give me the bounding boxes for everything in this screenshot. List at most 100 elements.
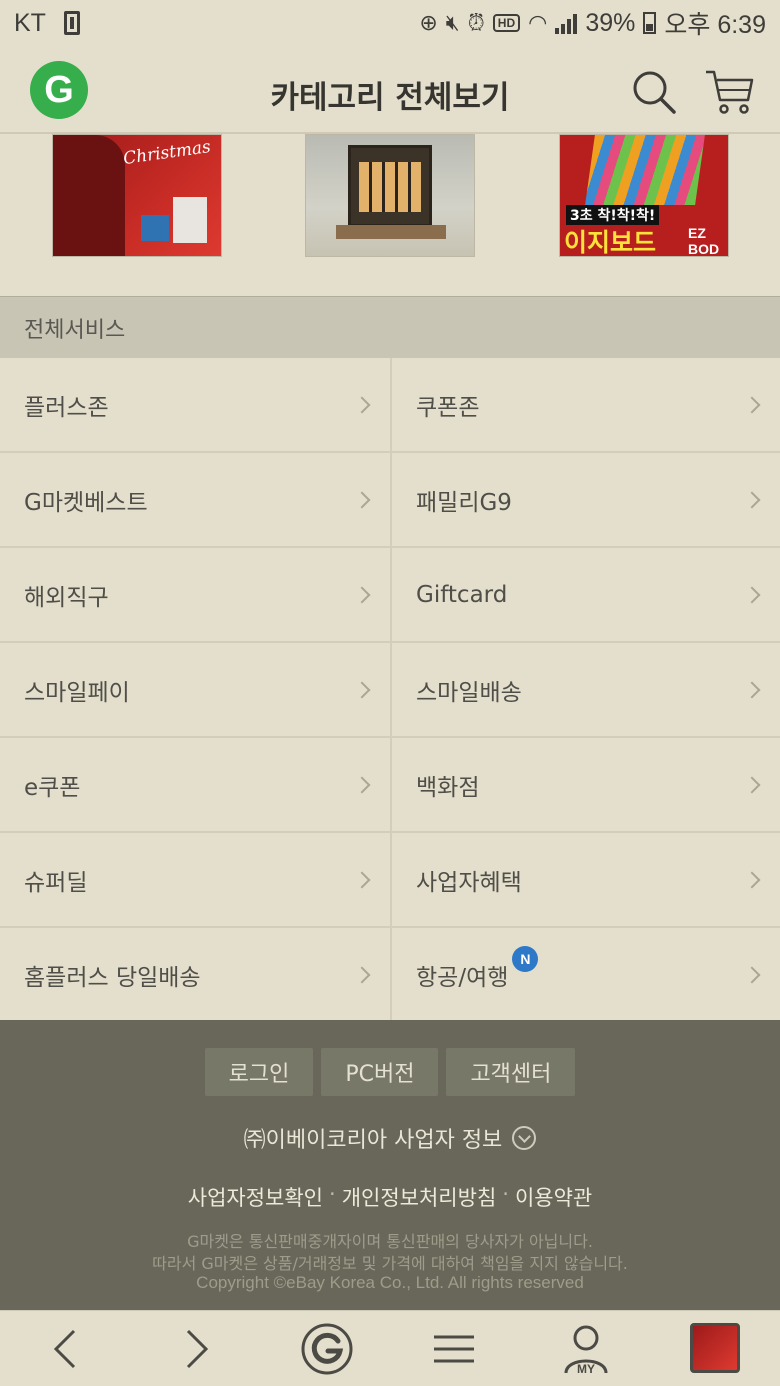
my-label: MY (577, 1362, 595, 1376)
cart-button[interactable] (704, 66, 756, 116)
company-info-toggle[interactable]: ㈜이베이코리아 사업자 정보 (0, 1122, 780, 1154)
banner-christmas-text: Christmas (122, 136, 213, 170)
chevron-right-icon (743, 586, 761, 603)
user-icon: MY (564, 1325, 608, 1376)
service-label: 홈플러스 당일배송 (24, 964, 201, 991)
chevron-right-icon (353, 871, 371, 888)
chevron-right-icon (353, 966, 371, 983)
my-page-button[interactable]: MY (558, 1321, 614, 1377)
company-info-label: ㈜이베이코리아 사업자 정보 (243, 1128, 503, 1153)
service-label: Giftcard (416, 581, 508, 608)
service-gmarket-best[interactable]: G마켓베스트 (0, 453, 390, 548)
chevron-right-icon (743, 491, 761, 508)
menu-icon (434, 1335, 474, 1363)
service-giftcard[interactable]: Giftcard (390, 548, 780, 643)
signal-icon (555, 12, 578, 34)
carrier-label: KT (14, 8, 46, 37)
new-badge: N (512, 945, 539, 972)
disclaimer-line-1: G마켓은 통신판매중개자이며 통신판매의 당사자가 아닙니다. (187, 1232, 593, 1251)
binders-image (585, 135, 705, 205)
login-button[interactable]: 로그인 (204, 1048, 314, 1096)
handbag-image (173, 197, 207, 243)
miniature-house-banner[interactable] (305, 134, 475, 257)
chevron-right-icon (743, 871, 761, 888)
alarm-icon: ⏰︎ (467, 10, 485, 35)
service-smile-delivery[interactable]: 스마일배송 (390, 643, 780, 738)
copyright: Copyright ©eBay Korea Co., Ltd. All righ… (196, 1273, 584, 1292)
service-plus-zone[interactable]: 플러스존 (0, 358, 390, 453)
service-e-coupon[interactable]: e쿠폰 (0, 738, 390, 833)
battery-percent: 39% (585, 8, 636, 37)
disclaimer-line-2: 따라서 G마켓은 상품/거래정보 및 가격에 대하여 책임을 지지 않습니다. (152, 1254, 628, 1273)
ez-board-banner[interactable]: 3초 착!착!착! 이지보드 EZ BOD (559, 134, 729, 257)
link-separator: · (502, 1182, 509, 1206)
service-label: 슈퍼딜 (24, 869, 88, 896)
service-label: 백화점 (416, 774, 480, 801)
footer: 로그인 PC버전 고객센터 ㈜이베이코리아 사업자 정보 사업자정보확인 · 개… (0, 1020, 780, 1310)
service-business-benefits[interactable]: 사업자혜택 (390, 833, 780, 928)
cart-icon (706, 70, 754, 114)
search-button[interactable] (630, 68, 678, 116)
terms-link[interactable]: 이용약관 (515, 1182, 592, 1212)
service-label: 사업자혜택 (416, 869, 522, 896)
pc-version-button[interactable]: PC버전 (321, 1048, 439, 1096)
app-header: G 카테고리 전체보기 (0, 46, 780, 134)
service-smile-pay[interactable]: 스마일페이 (0, 643, 390, 738)
business-info-link[interactable]: 사업자정보확인 (188, 1182, 323, 1212)
chevron-right-icon (743, 396, 761, 413)
chevron-right-icon (353, 776, 371, 793)
back-button[interactable] (38, 1321, 94, 1377)
service-label: 항공/여행 (416, 964, 509, 991)
recent-item-button[interactable] (690, 1323, 740, 1373)
banner-strip: Christmas 3초 착!착!착! 이지보드 EZ BOD (0, 134, 780, 296)
forward-button[interactable] (168, 1321, 224, 1377)
service-coupon-zone[interactable]: 쿠폰존 (390, 358, 780, 453)
battery-icon (643, 12, 657, 34)
service-label: 해외직구 (24, 584, 109, 611)
footer-buttons: 로그인 PC버전 고객센터 (0, 1048, 780, 1096)
link-separator: · (329, 1182, 336, 1206)
service-air-travel[interactable]: 항공/여행 N (390, 928, 780, 1023)
service-label: e쿠폰 (24, 774, 81, 801)
bottom-navigation: MY (0, 1310, 780, 1386)
hd-voice-icon: HD (492, 14, 521, 32)
chevron-right-icon (353, 681, 371, 698)
section-title-all-services: 전체서비스 (0, 296, 780, 358)
service-super-deal[interactable]: 슈퍼딜 (0, 833, 390, 928)
banner-model-image (53, 135, 125, 256)
privacy-policy-link[interactable]: 개인정보처리방침 (342, 1182, 497, 1212)
footer-links: 사업자정보확인 · 개인정보처리방침 · 이용약관 (0, 1182, 780, 1212)
gmarket-home-icon (301, 1323, 353, 1375)
service-label: G마켓베스트 (24, 489, 148, 516)
mute-icon: 🔇︎ (445, 10, 460, 35)
service-family-g9[interactable]: 패밀리G9 (390, 453, 780, 548)
status-icons: ⊕ 🔇︎ ⏰︎ HD ◠ 39% 오후 6:39 (419, 5, 766, 41)
chevron-right-icon (353, 586, 371, 603)
service-department-store[interactable]: 백화점 (390, 738, 780, 833)
home-button[interactable] (299, 1321, 355, 1377)
miniature-base-image (336, 225, 446, 239)
christmas-banner[interactable]: Christmas (52, 134, 222, 257)
chevron-right-icon (743, 681, 761, 698)
miniature-house-image (348, 145, 432, 227)
chevron-left-icon (53, 1329, 76, 1369)
service-label: 플러스존 (24, 394, 109, 421)
menu-button[interactable] (426, 1321, 482, 1377)
service-homeplus-same-day[interactable]: 홈플러스 당일배송 (0, 928, 390, 1023)
service-label: 스마일배송 (416, 679, 522, 706)
service-overseas-direct[interactable]: 해외직구 (0, 548, 390, 643)
search-icon (633, 71, 676, 114)
chevron-down-icon (512, 1126, 537, 1150)
service-label: 쿠폰존 (416, 394, 480, 421)
banner-product-sub: EZ BOD (688, 225, 720, 257)
banner-tagline: 3초 착!착!착! (566, 205, 660, 225)
chevron-right-icon (743, 966, 761, 983)
data-saver-icon: ⊕ (419, 10, 438, 35)
gift-box-image (141, 215, 169, 241)
chevron-right-icon (353, 396, 371, 413)
banner-product-name: 이지보드 (564, 228, 657, 257)
service-label: 스마일페이 (24, 679, 130, 706)
chevron-right-icon (353, 491, 371, 508)
status-bar: KT ⊕ 🔇︎ ⏰︎ HD ◠ 39% 오후 6:39 (0, 0, 780, 46)
customer-center-button[interactable]: 고객센터 (446, 1048, 576, 1096)
